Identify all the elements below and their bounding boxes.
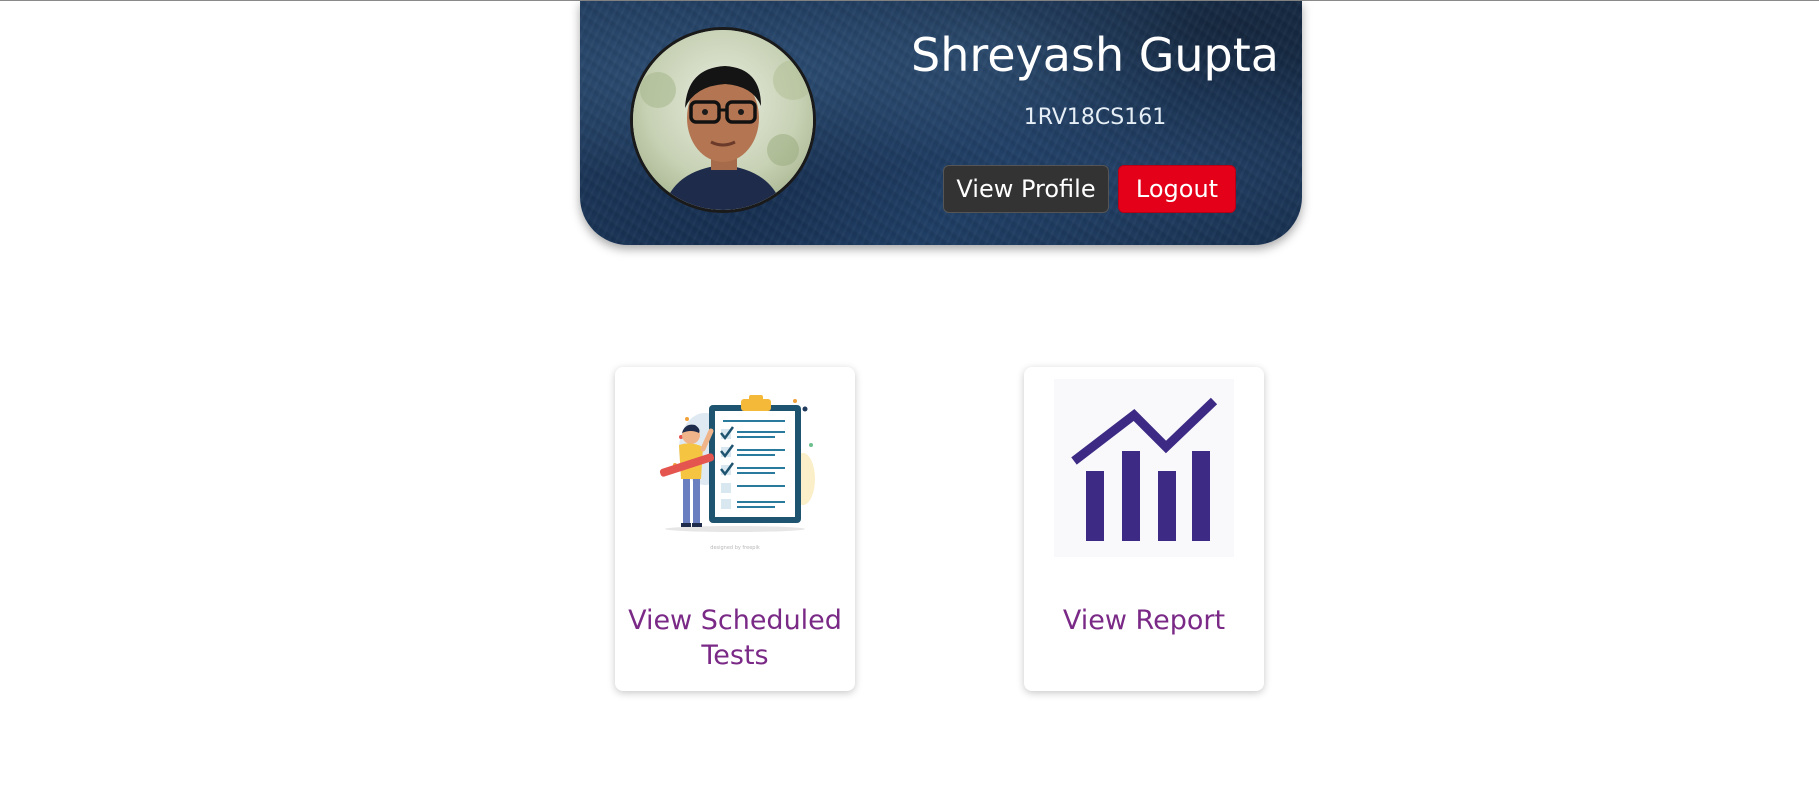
view-profile-button[interactable]: View Profile — [943, 165, 1109, 213]
avatar-photo — [633, 30, 813, 210]
user-usn: 1RV18CS161 — [1023, 105, 1167, 130]
svg-text:designed by freepik: designed by freepik — [710, 545, 760, 551]
scheduled-tests-label: View Scheduled Tests — [628, 605, 842, 671]
scheduled-tests-card[interactable]: designed by freepik View Scheduled Tests — [615, 367, 855, 691]
avatar — [630, 27, 816, 213]
profile-header: Shreyash Gupta 1RV18CS161 View Profile L… — [580, 1, 1302, 245]
report-label: View Report — [1062, 605, 1226, 636]
bar-chart-trend-icon — [1054, 379, 1234, 557]
logout-button[interactable]: Logout — [1118, 165, 1236, 213]
user-name: Shreyash Gupta — [911, 28, 1279, 82]
checklist-illustration-icon: designed by freepik — [659, 395, 815, 551]
report-card[interactable]: View Report — [1024, 367, 1264, 691]
